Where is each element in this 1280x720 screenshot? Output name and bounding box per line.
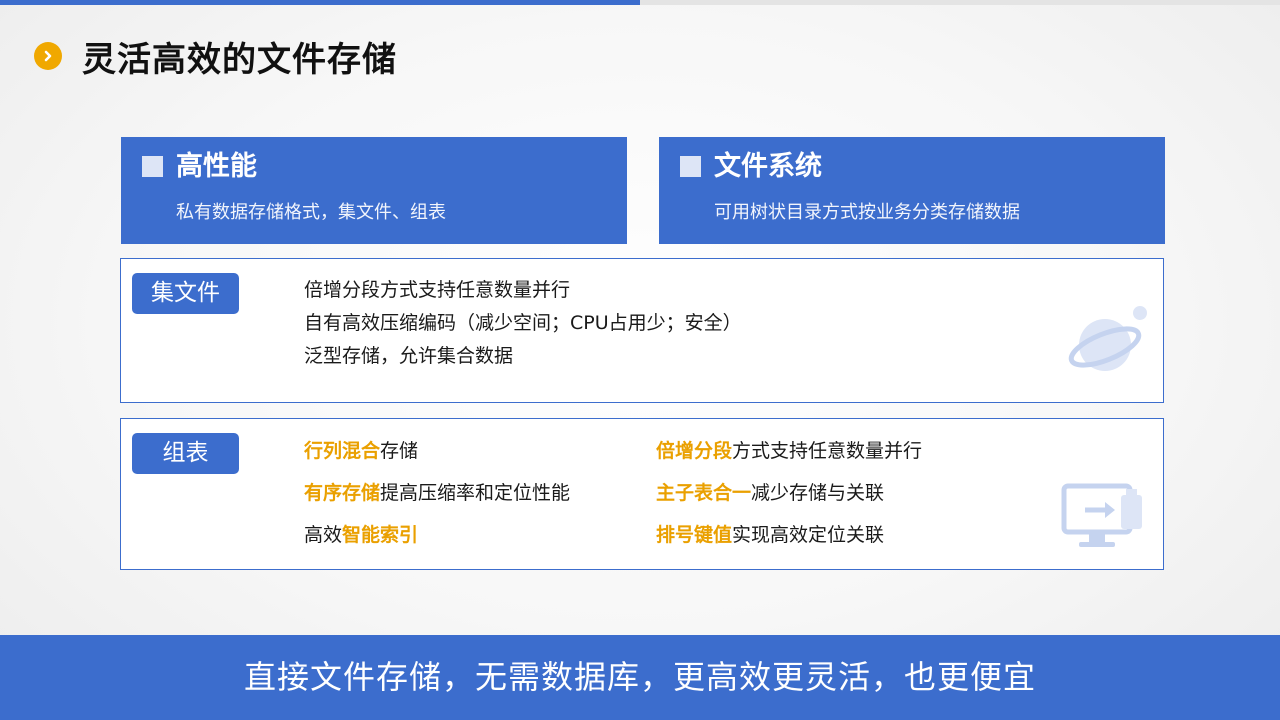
panel-zubiao: 组表 行列混合存储 有序存储提高压缩率和定位性能 高效智能索引 倍增分段方式支持… [120,418,1164,570]
planet-icon [1068,306,1147,371]
chevron-right-icon [34,42,62,70]
feature-line: 有序存储提高压缩率和定位性能 [304,480,570,506]
feature-line: 倍增分段方式支持任意数量并行 [656,438,922,464]
feature-text: 减少存储与关联 [751,482,885,504]
feature-line: 倍增分段方式支持任意数量并行 [304,279,571,301]
feature-line: 高效智能索引 [304,522,418,548]
square-bullet-icon [680,156,701,177]
card-title: 高性能 [176,151,257,182]
feature-line: 泛型存储，允许集合数据 [304,345,514,367]
feature-highlight: 主子表合一 [656,482,752,504]
feature-line: 排号键值实现高效定位关联 [656,522,884,548]
square-bullet-icon [142,156,163,177]
feature-highlight: 行列混合 [304,440,381,462]
page-title: 灵活高效的文件存储 [82,40,397,80]
footer-banner: 直接文件存储，无需数据库，更高效更灵活，也更便宜 [0,635,1280,720]
feature-text: 实现高效定位关联 [732,524,885,546]
card-file-system: 文件系统 可用树状目录方式按业务分类存储数据 [659,137,1165,244]
tag-jiwenjian: 集文件 [132,273,239,314]
panel-jiwenjian: 集文件 倍增分段方式支持任意数量并行 自有高效压缩编码（减少空间；CPU占用少；… [120,258,1164,403]
feature-highlight: 智能索引 [342,524,419,546]
feature-highlight: 排号键值 [656,524,733,546]
card-description: 私有数据存储格式，集文件、组表 [176,202,446,223]
card-title: 文件系统 [714,151,822,182]
feature-highlight: 有序存储 [304,482,381,504]
top-accent-bar [0,0,640,5]
top-bar-track [640,0,1280,5]
tag-zubiao: 组表 [132,433,239,474]
feature-text: 高效 [304,524,343,546]
feature-text: 提高压缩率和定位性能 [380,482,571,504]
feature-line: 行列混合存储 [304,438,418,464]
card-description: 可用树状目录方式按业务分类存储数据 [714,202,1020,223]
feature-line: 主子表合一减少存储与关联 [656,480,884,506]
feature-highlight: 倍增分段 [656,440,733,462]
feature-line: 自有高效压缩编码（减少空间；CPU占用少；安全） [304,312,742,334]
card-high-performance: 高性能 私有数据存储格式，集文件、组表 [121,137,627,244]
feature-text: 方式支持任意数量并行 [732,440,923,462]
monitor-transfer-icon [1061,483,1142,547]
feature-text: 存储 [380,440,419,462]
